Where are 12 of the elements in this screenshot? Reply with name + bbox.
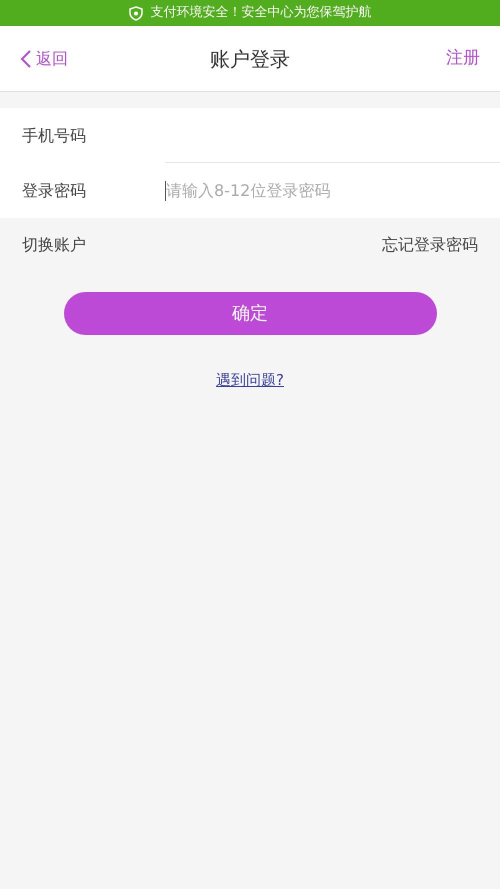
page-title: 账户登录	[210, 46, 290, 72]
switch-account-link[interactable]: 切换账户	[22, 233, 86, 257]
banner-text: 支付环境安全！安全中心为您保驾护航	[150, 4, 372, 22]
forgot-password-link[interactable]: 忘记登录密码	[382, 233, 478, 257]
field-label: 登录密码	[0, 163, 165, 218]
chevron-left-icon	[20, 48, 32, 68]
field-label: 手机号码	[0, 108, 165, 163]
register-link[interactable]: 注册	[400, 46, 480, 72]
back-button[interactable]: 返回	[20, 46, 100, 70]
shield-icon	[128, 6, 142, 20]
help-link[interactable]: 遇到问题?	[216, 369, 284, 392]
confirm-button[interactable]: 确定	[64, 292, 436, 335]
